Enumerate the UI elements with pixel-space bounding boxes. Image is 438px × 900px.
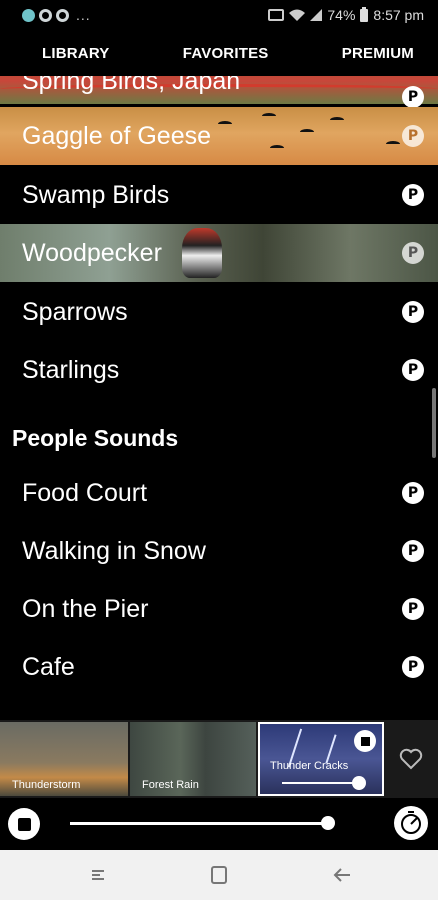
goose-silhouette: [330, 117, 344, 123]
list-item-starlings[interactable]: Starlings P: [0, 341, 438, 399]
master-volume-slider[interactable]: [70, 822, 328, 825]
tab-premium[interactable]: PREMIUM: [342, 45, 414, 62]
list-item-label: On the Pier: [22, 594, 149, 623]
cast-icon: [268, 9, 285, 21]
goose-silhouette: [270, 145, 284, 151]
list-item-spring-birds-japan[interactable]: Spring Birds, Japan P: [0, 76, 438, 108]
master-controls: [0, 798, 438, 850]
home-icon[interactable]: [207, 865, 231, 885]
list-item-label: Starlings: [22, 355, 120, 384]
clock: 8:57 pm: [373, 7, 424, 23]
goose-silhouette: [218, 121, 232, 127]
list-item-food-court[interactable]: Food Court P: [0, 464, 438, 522]
section-header-people-sounds: People Sounds: [12, 425, 179, 451]
recent-apps-icon[interactable]: [86, 865, 110, 885]
premium-badge-icon: P: [402, 359, 424, 381]
wifi-icon: [289, 9, 306, 21]
master-volume-thumb[interactable]: [321, 816, 335, 830]
premium-badge-icon: P: [402, 184, 424, 206]
favorite-heart-icon[interactable]: [399, 748, 423, 770]
list-item-sparrows[interactable]: Sparrows P: [0, 283, 438, 341]
tab-favorites[interactable]: FAVORITES: [183, 45, 269, 62]
settings-icon: [39, 8, 52, 22]
goose-silhouette: [262, 113, 276, 119]
now-playing-tile-thunderstorm[interactable]: Thunderstorm: [0, 722, 128, 796]
tile-stop-button[interactable]: [354, 730, 376, 752]
tile-label: Thunder Cracks: [270, 760, 349, 772]
premium-badge-icon: P: [402, 242, 424, 264]
list-item-on-the-pier[interactable]: On the Pier P: [0, 580, 438, 638]
status-right: 74% 8:57 pm: [268, 6, 424, 23]
list-item-walking-in-snow[interactable]: Walking in Snow P: [0, 522, 438, 580]
list-item-label: Swamp Birds: [22, 180, 170, 209]
goose-silhouette: [386, 141, 400, 147]
tile-volume-slider[interactable]: [282, 782, 362, 784]
list-item-label: Walking in Snow: [22, 536, 206, 565]
premium-badge-icon: P: [402, 656, 424, 678]
sleep-timer-button[interactable]: [394, 806, 428, 840]
premium-badge-icon: P: [402, 598, 424, 620]
stop-icon: [360, 736, 370, 746]
system-nav-bar: [0, 850, 438, 900]
tab-library[interactable]: LIBRARY: [42, 45, 110, 62]
status-left: ...: [22, 7, 268, 23]
premium-badge-icon: P: [402, 482, 424, 504]
list-item-label: Sparrows: [22, 297, 128, 326]
battery-icon: [360, 6, 369, 22]
now-playing-tray: Thunderstorm Forest Rain Thunder Cracks: [0, 720, 438, 798]
settings-icon: [56, 8, 69, 22]
status-bar: ... 74% 8:57 pm: [0, 0, 438, 30]
app-icon: [22, 8, 35, 22]
premium-badge-icon: P: [402, 86, 424, 108]
goose-silhouette: [300, 129, 314, 135]
premium-badge-icon: P: [402, 540, 424, 562]
list-scrollbar[interactable]: [432, 388, 436, 458]
list-item-label: Woodpecker: [22, 238, 162, 267]
now-playing-tile-forest-rain[interactable]: Forest Rain: [130, 722, 256, 796]
sound-list[interactable]: Spring Birds, Japan P Gaggle of Geese P …: [0, 76, 438, 718]
list-item-cafe[interactable]: Cafe P: [0, 638, 438, 696]
list-item-label: Food Court: [22, 478, 148, 507]
tile-volume-thumb[interactable]: [352, 776, 366, 790]
list-item-label: Spring Birds, Japan: [22, 76, 241, 95]
premium-badge-icon: P: [402, 301, 424, 323]
stop-icon: [17, 817, 31, 831]
list-item-gaggle-of-geese[interactable]: Gaggle of Geese P: [0, 107, 438, 165]
premium-badge-icon: P: [402, 125, 424, 147]
tab-bar: LIBRARY FAVORITES PREMIUM: [0, 30, 438, 76]
signal-icon: [310, 9, 323, 21]
tile-label: Thunderstorm: [12, 779, 81, 791]
list-item-swamp-birds[interactable]: Swamp Birds P: [0, 166, 438, 224]
more-notifications: ...: [76, 7, 91, 23]
timer-icon: [401, 811, 421, 834]
now-playing-tile-thunder-cracks[interactable]: Thunder Cracks: [258, 722, 384, 796]
battery-percent: 74%: [327, 7, 356, 23]
list-item-woodpecker[interactable]: Woodpecker P: [0, 224, 438, 282]
back-icon[interactable]: [330, 865, 354, 885]
tile-label: Forest Rain: [142, 779, 199, 791]
stop-all-button[interactable]: [8, 808, 40, 840]
list-item-label: Cafe: [22, 652, 75, 681]
